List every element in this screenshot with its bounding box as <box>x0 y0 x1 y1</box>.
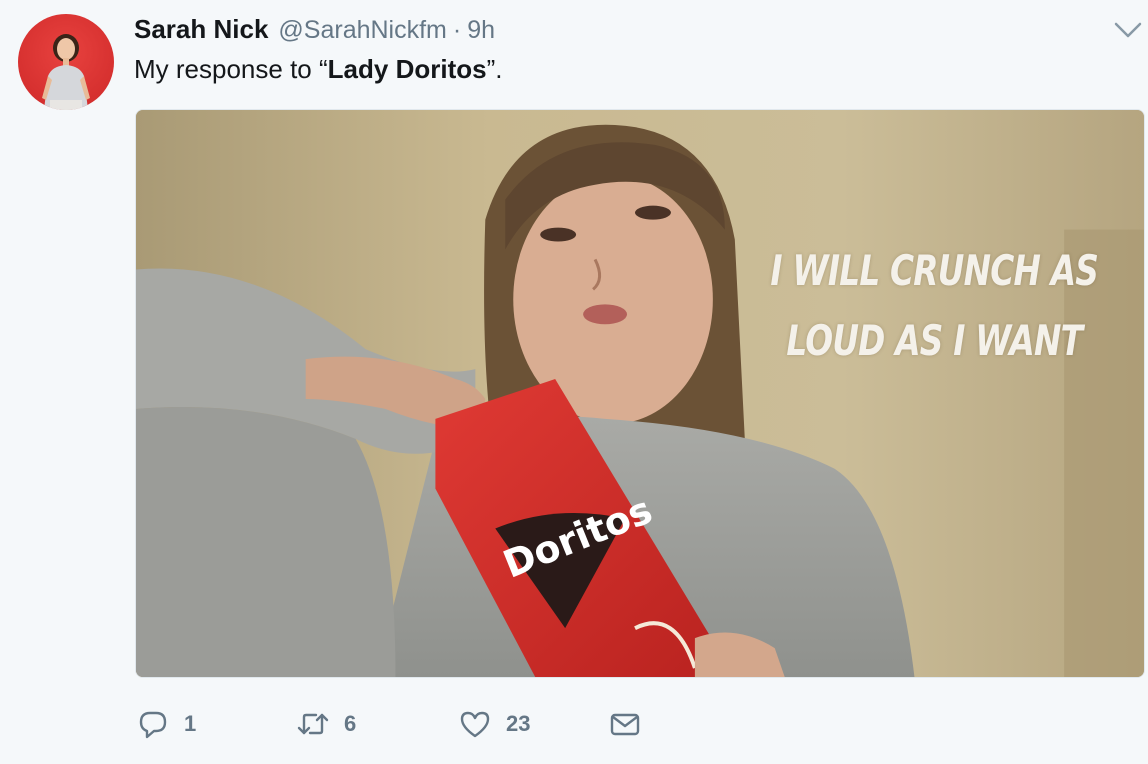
reply-count: 1 <box>184 711 197 736</box>
tweet-timestamp[interactable]: 9h <box>467 16 495 45</box>
reply-button[interactable]: 1 <box>136 702 296 746</box>
tweet-text: My response to “Lady Doritos”. <box>134 54 502 85</box>
like-button[interactable]: 23 <box>458 702 608 746</box>
retweet-icon <box>297 713 329 735</box>
video-caption-overlay: I WILL CRUNCH AS LOUD AS I WANT <box>770 236 1098 376</box>
video-frame: Doritos <box>136 110 1144 677</box>
tweet: Sarah Nick @SarahNickfm · 9h My response… <box>0 0 1148 764</box>
tweet-actions: 1 6 23 <box>136 702 642 746</box>
tweet-text-suffix: ”. <box>486 54 503 84</box>
tweet-header: Sarah Nick @SarahNickfm · 9h <box>134 14 495 45</box>
tweet-text-prefix: My response to <box>134 54 319 84</box>
direct-message-button[interactable] <box>608 702 642 746</box>
envelope-icon <box>610 713 640 736</box>
retweet-count: 6 <box>344 711 357 736</box>
retweet-button[interactable]: 6 <box>296 702 458 746</box>
author-display-name[interactable]: Sarah Nick <box>134 14 268 45</box>
author-handle[interactable]: @SarahNickfm <box>278 16 446 45</box>
heart-icon <box>460 711 490 738</box>
tweet-menu-button[interactable] <box>1112 18 1144 42</box>
like-count: 23 <box>506 711 531 736</box>
reply-icon <box>139 711 167 739</box>
tweet-media-video[interactable]: Doritos I WILL CRUNCH AS LOUD AS I WANT <box>135 109 1145 678</box>
tweet-text-open-quote: “ <box>318 54 328 84</box>
avatar-image <box>42 34 90 110</box>
tweet-text-bold: Lady Doritos <box>327 54 487 84</box>
chevron-down-icon <box>1114 22 1142 38</box>
overlay-line-1: I WILL CRUNCH AS <box>770 246 1098 295</box>
header-separator: · <box>452 16 462 44</box>
overlay-line-2: LOUD AS I WANT <box>786 316 1083 365</box>
avatar[interactable] <box>18 14 114 110</box>
